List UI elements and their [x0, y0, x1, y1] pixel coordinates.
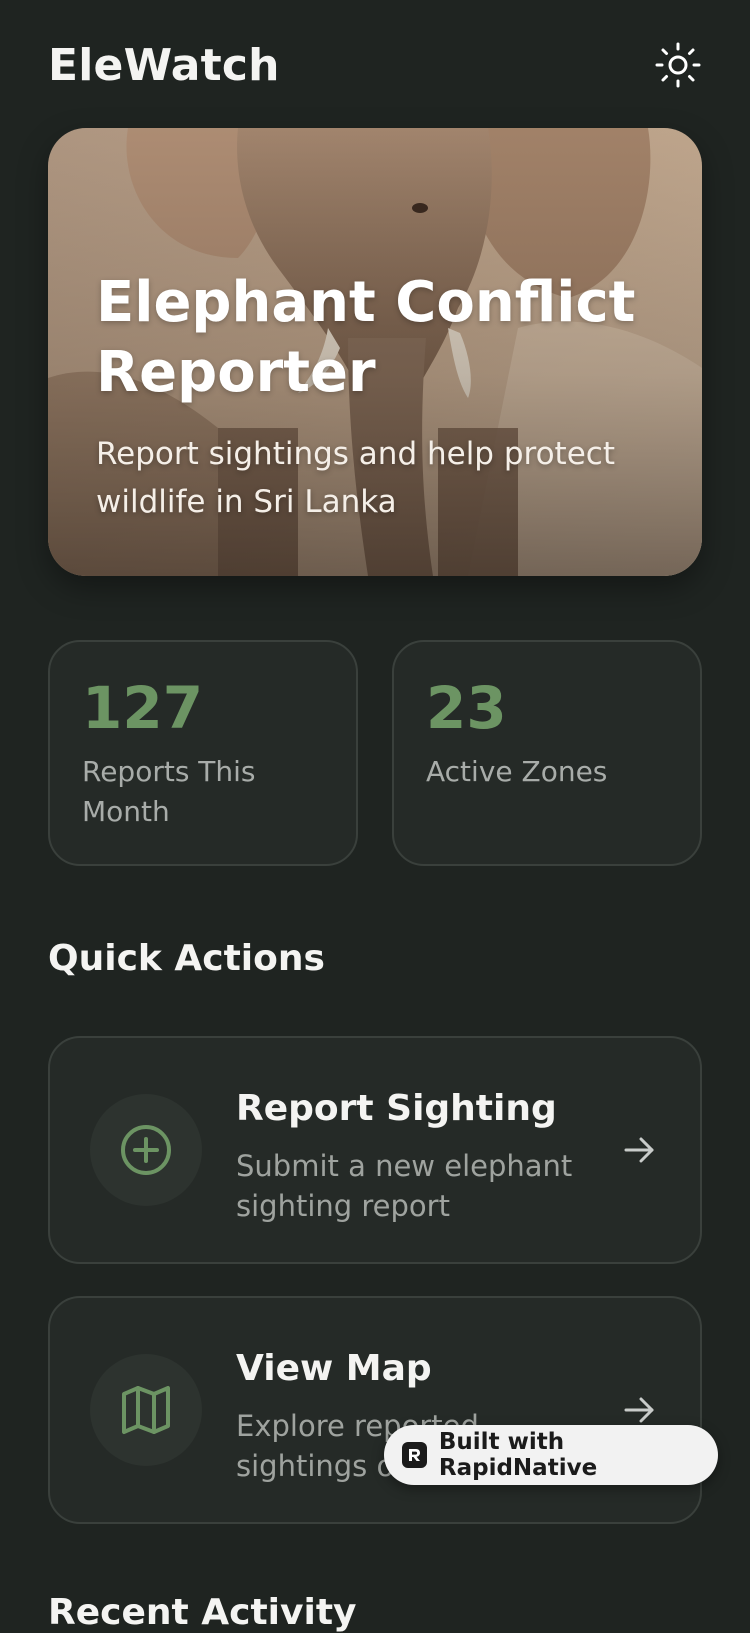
- view-map-card[interactable]: View Map Explore reported sightings on m…: [48, 1296, 702, 1524]
- report-sighting-card[interactable]: Report Sighting Submit a new elephant si…: [48, 1036, 702, 1264]
- arrow-right-icon: [624, 1137, 654, 1163]
- stat-label: Reports This Month: [82, 755, 256, 828]
- hero-title: Elephant Conflict Reporter: [96, 270, 636, 405]
- action-icon-wrap: [90, 1094, 202, 1206]
- quick-actions-heading: Quick Actions: [48, 938, 325, 979]
- action-icon-wrap: [90, 1354, 202, 1466]
- hero-subtitle: Report sightings and help protect wildli…: [96, 436, 615, 520]
- recent-activity-heading: Recent Activity: [48, 1592, 357, 1633]
- stat-card-reports: 127 Reports This Month: [48, 640, 358, 866]
- action-title: View Map: [236, 1348, 432, 1389]
- app-header: EleWatch: [48, 30, 702, 100]
- badge-label: Built with RapidNative: [438, 1429, 598, 1481]
- stat-value: 23: [426, 674, 507, 742]
- stat-label: Active Zones: [426, 755, 608, 788]
- arrow-right-icon: [624, 1397, 654, 1423]
- hero-text: Elephant Conflict Reporter Report sighti…: [96, 268, 662, 526]
- rapidnative-logo-icon: [402, 1442, 427, 1468]
- hero-banner: Elephant Conflict Reporter Report sighti…: [48, 128, 702, 576]
- plus-circle-icon: [121, 1125, 171, 1175]
- stat-card-zones: 23 Active Zones: [392, 640, 702, 866]
- built-with-badge[interactable]: Built with RapidNative: [384, 1425, 718, 1485]
- app-title: EleWatch: [48, 39, 280, 91]
- action-description: Submit a new elephant sighting report: [236, 1149, 573, 1223]
- stat-value: 127: [82, 674, 204, 742]
- sun-icon: [655, 42, 701, 88]
- map-icon: [122, 1386, 170, 1434]
- action-title: Report Sighting: [236, 1088, 557, 1129]
- theme-toggle-button[interactable]: [654, 41, 702, 89]
